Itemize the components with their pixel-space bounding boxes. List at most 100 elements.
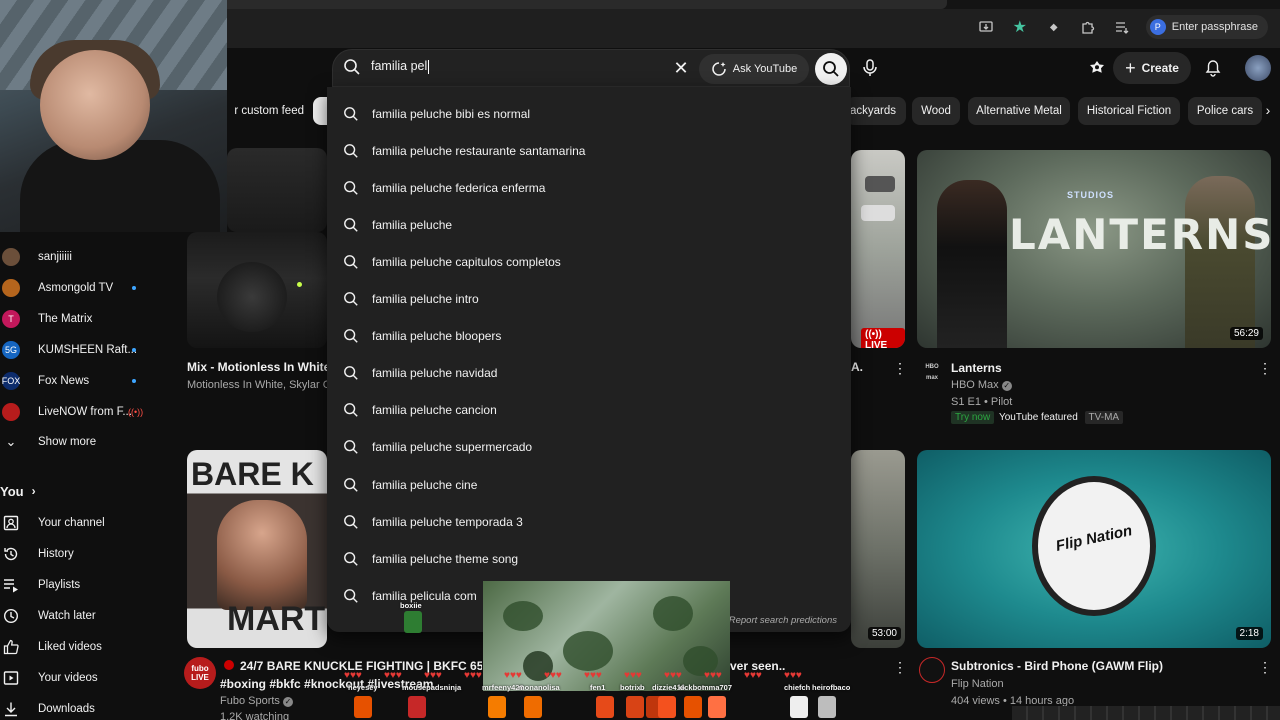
- search-suggestion[interactable]: familia peluche supermercado: [327, 429, 851, 466]
- live-thumbnail[interactable]: ((•)) LIVE: [851, 150, 905, 348]
- sidebar: sanjiiiii Asmongold TV T The Matrix 5G KUMSHE…: [0, 232, 175, 720]
- chip-alternative-metal[interactable]: Alternative Metal: [968, 97, 1070, 125]
- bookmark-star-icon[interactable]: ★: [1010, 17, 1030, 37]
- profile-button[interactable]: P Enter passphrase: [1145, 15, 1268, 39]
- subscription-item[interactable]: FOX Fox News: [0, 366, 175, 396]
- suggestion-text: familia peluche navidad: [372, 366, 498, 381]
- suggestion-text: familia peluche temporada 3: [372, 514, 523, 529]
- plus-icon: +: [1125, 58, 1136, 78]
- install-app-icon[interactable]: [976, 17, 996, 37]
- try-now-badge[interactable]: Try now: [951, 411, 995, 424]
- create-button[interactable]: + Create: [1113, 52, 1191, 84]
- chip-all-selected[interactable]: [313, 97, 327, 125]
- account-avatar[interactable]: [1245, 55, 1271, 81]
- subscription-item[interactable]: 5G KUMSHEEN Raft...: [0, 335, 175, 365]
- subscription-item[interactable]: LiveNOW from F... ((•)): [0, 397, 175, 427]
- cast-icon[interactable]: [1086, 57, 1108, 79]
- mix-thumbnail[interactable]: [187, 232, 327, 348]
- live-badge-label: LIVE: [865, 340, 888, 348]
- chip-custom-feed[interactable]: r custom feed: [222, 97, 304, 125]
- suggestion-text: familia pelicula com: [372, 588, 477, 603]
- ask-youtube-button[interactable]: Ask YouTube: [699, 54, 809, 84]
- more-options-icon[interactable]: ⋮: [1258, 659, 1272, 676]
- flip-nation-avatar[interactable]: [919, 657, 945, 683]
- search-suggestion[interactable]: familia peluche capitulos completos: [327, 243, 851, 280]
- you-item-liked-videos[interactable]: Liked videos: [0, 632, 175, 662]
- chatter-sprite: [684, 696, 702, 718]
- suggestion-text: familia peluche cine: [372, 477, 478, 492]
- lanterns-title[interactable]: Lanterns: [951, 361, 1002, 375]
- search-suggestion[interactable]: familia peluche: [327, 206, 851, 243]
- chip-wood[interactable]: Wood: [912, 97, 960, 125]
- subtronics-thumbnail[interactable]: Flip Nation 2:18: [917, 450, 1271, 648]
- create-label: Create: [1141, 61, 1179, 75]
- browser-toolbar: ★ ◆ P Enter passphrase: [227, 0, 1280, 48]
- middle-thumbnail[interactable]: 53:00: [851, 450, 905, 648]
- notifications-bell-icon[interactable]: [1202, 57, 1224, 79]
- chatter-name: mma707: [702, 683, 733, 692]
- more-options-icon[interactable]: ⋮: [893, 659, 907, 676]
- subtronics-title[interactable]: Subtronics - Bird Phone (GAWM Flip): [951, 659, 1163, 673]
- you-item-your-videos[interactable]: Your videos: [0, 663, 175, 693]
- subtronics-channel[interactable]: Flip Nation: [951, 678, 1004, 690]
- report-search-predictions-link[interactable]: Report search predictions: [729, 615, 837, 626]
- chip-label: Wood: [921, 105, 951, 117]
- search-suggestion[interactable]: familia peluche federica enferma: [327, 169, 851, 206]
- heart-icon: ♥♥♥: [704, 670, 722, 681]
- subscription-item[interactable]: sanjiiiii: [0, 242, 175, 272]
- you-section-header[interactable]: You ›: [0, 481, 36, 501]
- you-item-playlists[interactable]: Playlists: [0, 570, 175, 600]
- you-item-history[interactable]: History: [0, 539, 175, 569]
- search-suggestion[interactable]: familia peluche bloopers: [327, 318, 851, 355]
- chip-label: ackyards: [850, 105, 897, 117]
- clear-search-icon[interactable]: ✕: [671, 58, 691, 78]
- browser-tab[interactable]: [227, 0, 947, 9]
- extension-diamond-icon[interactable]: ◆: [1044, 17, 1064, 37]
- heart-icon: ♥♥♥: [464, 670, 482, 681]
- subscription-item[interactable]: T The Matrix: [0, 304, 175, 334]
- search-suggestion[interactable]: familia peluche cancion: [327, 392, 851, 429]
- search-suggestion[interactable]: familia peluche theme song: [327, 540, 851, 577]
- lanterns-thumbnail[interactable]: STUDIOS LANTERNS 56:29: [917, 150, 1271, 348]
- subscription-item[interactable]: Asmongold TV: [0, 273, 175, 303]
- bkfc-thumbnail[interactable]: BARE K MART: [187, 450, 327, 648]
- reading-list-icon[interactable]: [1112, 17, 1132, 37]
- more-options-icon[interactable]: ⋮: [1258, 360, 1272, 377]
- chatter-name: kickbot: [678, 683, 705, 692]
- live-card-title[interactable]: A.: [851, 360, 871, 374]
- search-suggestion[interactable]: familia peluche bibi es normal: [327, 95, 851, 132]
- mix-thumbnail-top[interactable]: [227, 148, 327, 232]
- fubo-channel-avatar[interactable]: fubo LIVE: [184, 657, 216, 689]
- chevron-right-icon[interactable]: ›: [1258, 100, 1278, 120]
- search-suggestion[interactable]: familia peluche restaurante santamarina: [327, 132, 851, 169]
- bkfc-channel[interactable]: Fubo Sports ✓: [220, 695, 293, 707]
- lanterns-channel[interactable]: HBO Max ✓: [951, 379, 1012, 391]
- chip-police-cars[interactable]: Police cars: [1188, 97, 1262, 125]
- more-options-icon[interactable]: ⋮: [893, 360, 907, 377]
- search-suggestion[interactable]: familia peluche temporada 3: [327, 503, 851, 540]
- chatter-name: fen1: [590, 683, 606, 692]
- search-suggestion[interactable]: familia peluche cine: [327, 466, 851, 503]
- chip-historical-fiction[interactable]: Historical Fiction: [1078, 97, 1180, 125]
- live-badge: ((•)) LIVE: [861, 328, 905, 348]
- show-more-button[interactable]: ⌄ Show more: [0, 427, 175, 457]
- search-icon: [344, 292, 358, 306]
- profile-label: Enter passphrase: [1171, 21, 1258, 33]
- you-item-downloads[interactable]: Downloads: [0, 694, 175, 720]
- chip-backyards[interactable]: ackyards: [846, 97, 906, 125]
- hbo-max-logo[interactable]: HBO max: [921, 362, 943, 384]
- browser-toolbar-right: ★ ◆ P Enter passphrase: [976, 12, 1280, 42]
- search-suggestion[interactable]: familia peluche intro: [327, 281, 851, 318]
- search-input[interactable]: familia pel: [371, 59, 651, 74]
- you-item-label: Liked videos: [38, 641, 102, 653]
- extensions-puzzle-icon[interactable]: [1078, 17, 1098, 37]
- search-suggestion[interactable]: familia peluche navidad: [327, 355, 851, 392]
- you-item-label: Your channel: [38, 517, 105, 529]
- mix-title[interactable]: Mix - Motionless In White: [187, 360, 327, 374]
- voice-search-mic-icon[interactable]: [858, 56, 882, 80]
- chatter-name: heyesey: [348, 683, 378, 692]
- you-item-watch-later[interactable]: Watch later: [0, 601, 175, 631]
- you-item-your-channel[interactable]: Your channel: [0, 508, 175, 538]
- search-submit-button[interactable]: [815, 53, 847, 85]
- thumbs-up-icon: [2, 638, 20, 656]
